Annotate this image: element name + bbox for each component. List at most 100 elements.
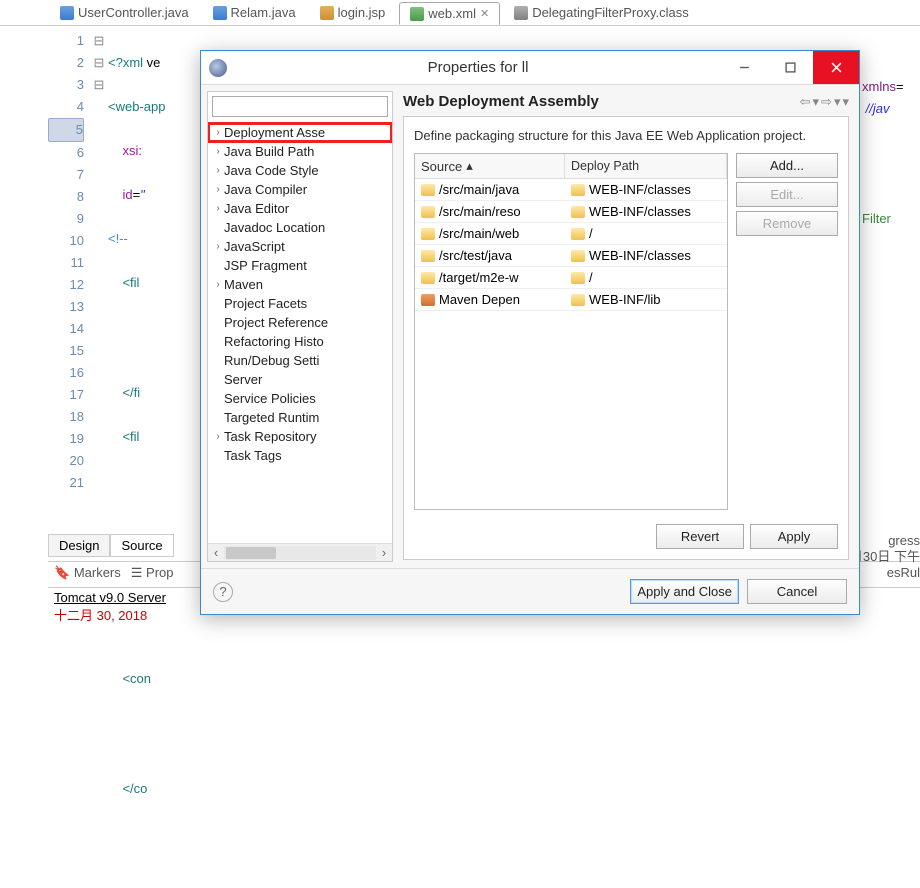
fold-toggle[interactable]: ⊟ [90, 52, 108, 74]
tree-item[interactable]: ›Java Build Path [208, 142, 392, 161]
deploy-cell: / [589, 270, 593, 285]
tree-item[interactable]: ›Maven [208, 275, 392, 294]
tree-item-label: Task Tags [224, 448, 282, 463]
expand-icon: › [212, 165, 224, 176]
folder-icon [571, 184, 585, 196]
table-row[interactable]: /src/main/web/ [415, 223, 727, 245]
detail-pane: Web Deployment Assembly ⇦▾ ⇨▾ ▾ Define p… [393, 85, 859, 568]
folder-icon [421, 228, 435, 240]
filter-input[interactable] [212, 96, 388, 117]
tree-item[interactable]: ›Java Editor [208, 199, 392, 218]
tree-item-label: Server [224, 372, 262, 387]
expand-icon: › [212, 127, 224, 138]
forward-icon[interactable]: ⇨ [821, 94, 832, 110]
tree-item-label: Run/Debug Setti [224, 353, 319, 368]
folder-icon [421, 250, 435, 262]
close-button[interactable] [813, 51, 859, 84]
fold-toggle[interactable]: ⊟ [90, 30, 108, 52]
source-cell: /src/test/java [439, 248, 512, 263]
expand-icon: › [212, 146, 224, 157]
tree-item[interactable]: ›Java Compiler [208, 180, 392, 199]
category-pane: ›Deployment Asse›Java Build Path›Java Co… [207, 91, 393, 562]
chevron-down-icon[interactable]: ▾ [834, 94, 841, 110]
folder-icon [571, 250, 585, 262]
fold-gutter: ⊟⊟⊟ [90, 30, 108, 533]
dialog-title: Properties for ll [235, 59, 721, 76]
title-bar[interactable]: Properties for ll [201, 51, 859, 85]
scroll-left-icon[interactable]: ‹ [208, 545, 224, 560]
properties-dialog: Properties for ll ›Deployment Asse›Java … [200, 50, 860, 615]
minimize-button[interactable] [721, 51, 767, 84]
expand-icon: › [212, 184, 224, 195]
tab-web-xml[interactable]: web.xml ✕ [399, 2, 500, 25]
tree-item[interactable]: Server [208, 370, 392, 389]
tree-item[interactable]: ›Deployment Asse [208, 123, 392, 142]
chevron-down-icon[interactable]: ▾ [813, 94, 820, 110]
category-tree[interactable]: ›Deployment Asse›Java Build Path›Java Co… [208, 121, 392, 543]
tab-source[interactable]: Source [110, 535, 173, 557]
expand-icon: › [212, 279, 224, 290]
tab-relam[interactable]: Relam.java [203, 2, 306, 23]
close-icon[interactable]: ✕ [480, 7, 489, 20]
jsp-file-icon [320, 6, 334, 20]
deploy-cell: / [589, 226, 593, 241]
table-row[interactable]: /src/test/javaWEB-INF/classes [415, 245, 727, 267]
column-deploy-path[interactable]: Deploy Path [565, 154, 727, 178]
source-cell: /target/m2e-w [439, 270, 518, 285]
remove-button: Remove [736, 211, 838, 236]
folder-icon [571, 206, 585, 218]
properties-view-icon[interactable]: ☰ Prop [131, 565, 174, 581]
horizontal-scrollbar[interactable]: ‹ › [208, 543, 392, 561]
add-button[interactable]: Add... [736, 153, 838, 178]
column-source[interactable]: Source ▴ [415, 154, 565, 178]
menu-icon[interactable]: ▾ [842, 94, 849, 110]
table-row[interactable]: /src/main/javaWEB-INF/classes [415, 179, 727, 201]
tab-login-jsp[interactable]: login.jsp [310, 2, 396, 23]
tree-item[interactable]: Javadoc Location [208, 218, 392, 237]
revert-button[interactable]: Revert [656, 524, 744, 549]
back-icon[interactable]: ⇦ [800, 94, 811, 110]
expand-icon: › [212, 241, 224, 252]
tree-item-label: Deployment Asse [224, 125, 325, 140]
tab-design[interactable]: Design [48, 535, 110, 557]
tree-item[interactable]: ›JavaScript [208, 237, 392, 256]
deploy-cell: WEB-INF/lib [589, 292, 661, 307]
tree-item-label: Task Repository [224, 429, 316, 444]
tree-item[interactable]: Service Policies [208, 389, 392, 408]
tree-item[interactable]: JSP Fragment [208, 256, 392, 275]
folder-icon [421, 206, 435, 218]
table-row[interactable]: /target/m2e-w / [415, 267, 727, 289]
tree-item[interactable]: Refactoring Histo [208, 332, 392, 351]
apply-and-close-button[interactable]: Apply and Close [630, 579, 739, 604]
help-icon[interactable]: ? [213, 582, 233, 602]
maximize-button[interactable] [767, 51, 813, 84]
dialog-footer: ? Apply and Close Cancel [201, 568, 859, 614]
folder-icon [571, 294, 585, 306]
scroll-right-icon[interactable]: › [376, 545, 392, 560]
tree-item-label: Maven [224, 277, 263, 292]
tree-item-label: Javadoc Location [224, 220, 325, 235]
editor-tab-bar: UserController.java Relam.java login.jsp… [0, 0, 920, 26]
tree-item[interactable]: ›Task Repository [208, 427, 392, 446]
tree-item[interactable]: Task Tags [208, 446, 392, 465]
table-row[interactable]: Maven DepenWEB-INF/lib [415, 289, 727, 311]
apply-button[interactable]: Apply [750, 524, 838, 549]
code-fragment-right: xmlns= //jav Filter [862, 76, 920, 230]
tree-item[interactable]: Project Reference [208, 313, 392, 332]
fold-toggle[interactable]: ⊟ [90, 74, 108, 96]
tab-usercontroller[interactable]: UserController.java [50, 2, 199, 23]
markers-view-icon[interactable]: 🔖 Markers [54, 565, 121, 581]
tree-item[interactable]: Targeted Runtim [208, 408, 392, 427]
tree-item[interactable]: ›Java Code Style [208, 161, 392, 180]
tab-delegatingfilterproxy[interactable]: DelegatingFilterProxy.class [504, 2, 699, 23]
tree-item-label: Java Compiler [224, 182, 307, 197]
tree-item[interactable]: Project Facets [208, 294, 392, 313]
page-heading: Web Deployment Assembly [403, 93, 800, 110]
table-row[interactable]: /src/main/resoWEB-INF/classes [415, 201, 727, 223]
line-gutter: 123456789101112131415161718192021 [48, 30, 90, 533]
cancel-button[interactable]: Cancel [747, 579, 847, 604]
java-file-icon [60, 6, 74, 20]
scrollbar-thumb[interactable] [226, 547, 276, 559]
assembly-table[interactable]: Source ▴ Deploy Path /src/main/javaWEB-I… [414, 153, 728, 510]
tree-item[interactable]: Run/Debug Setti [208, 351, 392, 370]
